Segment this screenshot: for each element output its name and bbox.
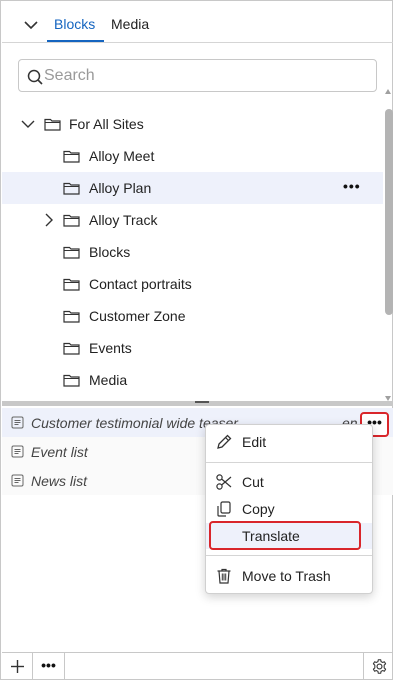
tree-label: Customer Zone xyxy=(89,308,186,324)
folder-icon xyxy=(63,214,80,227)
menu-item-label: Cut xyxy=(242,474,264,490)
block-icon xyxy=(11,445,24,458)
tree-label: Alloy Plan xyxy=(89,180,152,196)
folder-icon xyxy=(63,342,80,355)
menu-item-copy[interactable]: Copy xyxy=(206,496,372,522)
splitter-grip-icon[interactable] xyxy=(195,401,209,403)
tree-row-contact-portraits[interactable]: Contact portraits xyxy=(2,268,383,300)
gear-icon xyxy=(372,659,387,674)
folder-tree: For All Sites Alloy Meet Alloy Plan ••• xyxy=(2,108,383,398)
folder-icon xyxy=(63,278,80,291)
plus-icon xyxy=(11,660,24,673)
menu-item-edit[interactable]: Edit xyxy=(206,429,372,455)
menu-item-label: Edit xyxy=(242,434,267,450)
tree-label: Alloy Meet xyxy=(89,148,155,164)
menu-item-label: Move to Trash xyxy=(242,568,331,584)
tree-row-blocks[interactable]: Blocks xyxy=(2,236,383,268)
copy-icon xyxy=(217,501,231,517)
chevron-down-icon[interactable] xyxy=(21,117,35,131)
footer-toolbar: ••• xyxy=(2,652,393,680)
tree-scrollbar[interactable] xyxy=(384,89,393,401)
tab-media[interactable]: Media xyxy=(111,16,149,32)
folder-icon xyxy=(63,374,80,387)
active-tab-indicator xyxy=(47,40,104,42)
scroll-up-arrow-icon[interactable] xyxy=(385,89,391,94)
menu-item-label: Translate xyxy=(242,528,300,544)
block-icon xyxy=(11,416,24,429)
tree-row-for-all-sites[interactable]: For All Sites xyxy=(2,108,383,140)
folder-icon xyxy=(63,310,80,323)
tree-row-media[interactable]: Media xyxy=(2,364,383,396)
tree-label: Alloy Track xyxy=(89,212,158,228)
menu-item-translate[interactable]: Translate xyxy=(206,521,372,550)
list-item-label: News list xyxy=(31,473,88,489)
more-options-button[interactable]: ••• xyxy=(33,653,65,680)
folder-icon xyxy=(63,246,80,259)
pencil-icon xyxy=(217,434,232,449)
pane-splitter[interactable] xyxy=(2,401,393,406)
folder-icon xyxy=(63,182,80,195)
folder-icon xyxy=(44,118,61,131)
menu-item-move-to-trash[interactable]: Move to Trash xyxy=(206,563,372,589)
tree-label: Blocks xyxy=(89,244,131,260)
tree-row-customer-zone[interactable]: Customer Zone xyxy=(2,300,383,332)
list-item-label: Event list xyxy=(31,444,88,460)
settings-button[interactable] xyxy=(363,653,393,680)
scissors-icon xyxy=(216,474,232,490)
menu-divider xyxy=(206,462,372,463)
search-input[interactable] xyxy=(44,64,364,88)
tab-blocks[interactable]: Blocks xyxy=(54,16,95,32)
more-options-button[interactable]: ••• xyxy=(343,178,363,196)
chevron-down-icon[interactable] xyxy=(22,18,40,32)
menu-item-cut[interactable]: Cut xyxy=(206,469,372,495)
tree-label: Contact portraits xyxy=(89,276,192,292)
tree-label: For All Sites xyxy=(69,116,144,132)
scroll-thumb[interactable] xyxy=(385,109,393,315)
menu-item-label: Copy xyxy=(242,501,275,517)
search-icon xyxy=(27,69,43,85)
add-button[interactable] xyxy=(2,653,33,680)
block-icon xyxy=(11,474,24,487)
tree-row-alloy-plan[interactable]: Alloy Plan ••• xyxy=(2,172,383,204)
trash-icon xyxy=(217,568,231,584)
tree-row-alloy-meet[interactable]: Alloy Meet xyxy=(2,140,383,172)
chevron-right-icon[interactable] xyxy=(42,213,56,227)
menu-divider xyxy=(206,555,372,556)
tree-label: Media xyxy=(89,372,128,388)
tree-label: Events xyxy=(89,340,132,356)
context-menu: Edit Cut Copy Translate Move to Trash xyxy=(205,424,373,594)
folder-icon xyxy=(63,150,80,163)
tree-row-events[interactable]: Events xyxy=(2,332,383,364)
tree-row-alloy-track[interactable]: Alloy Track xyxy=(2,204,383,236)
blocks-pane: Blocks Media For All Sites xyxy=(0,0,393,680)
tab-bar: Blocks Media xyxy=(2,2,393,43)
search-box xyxy=(18,59,377,92)
